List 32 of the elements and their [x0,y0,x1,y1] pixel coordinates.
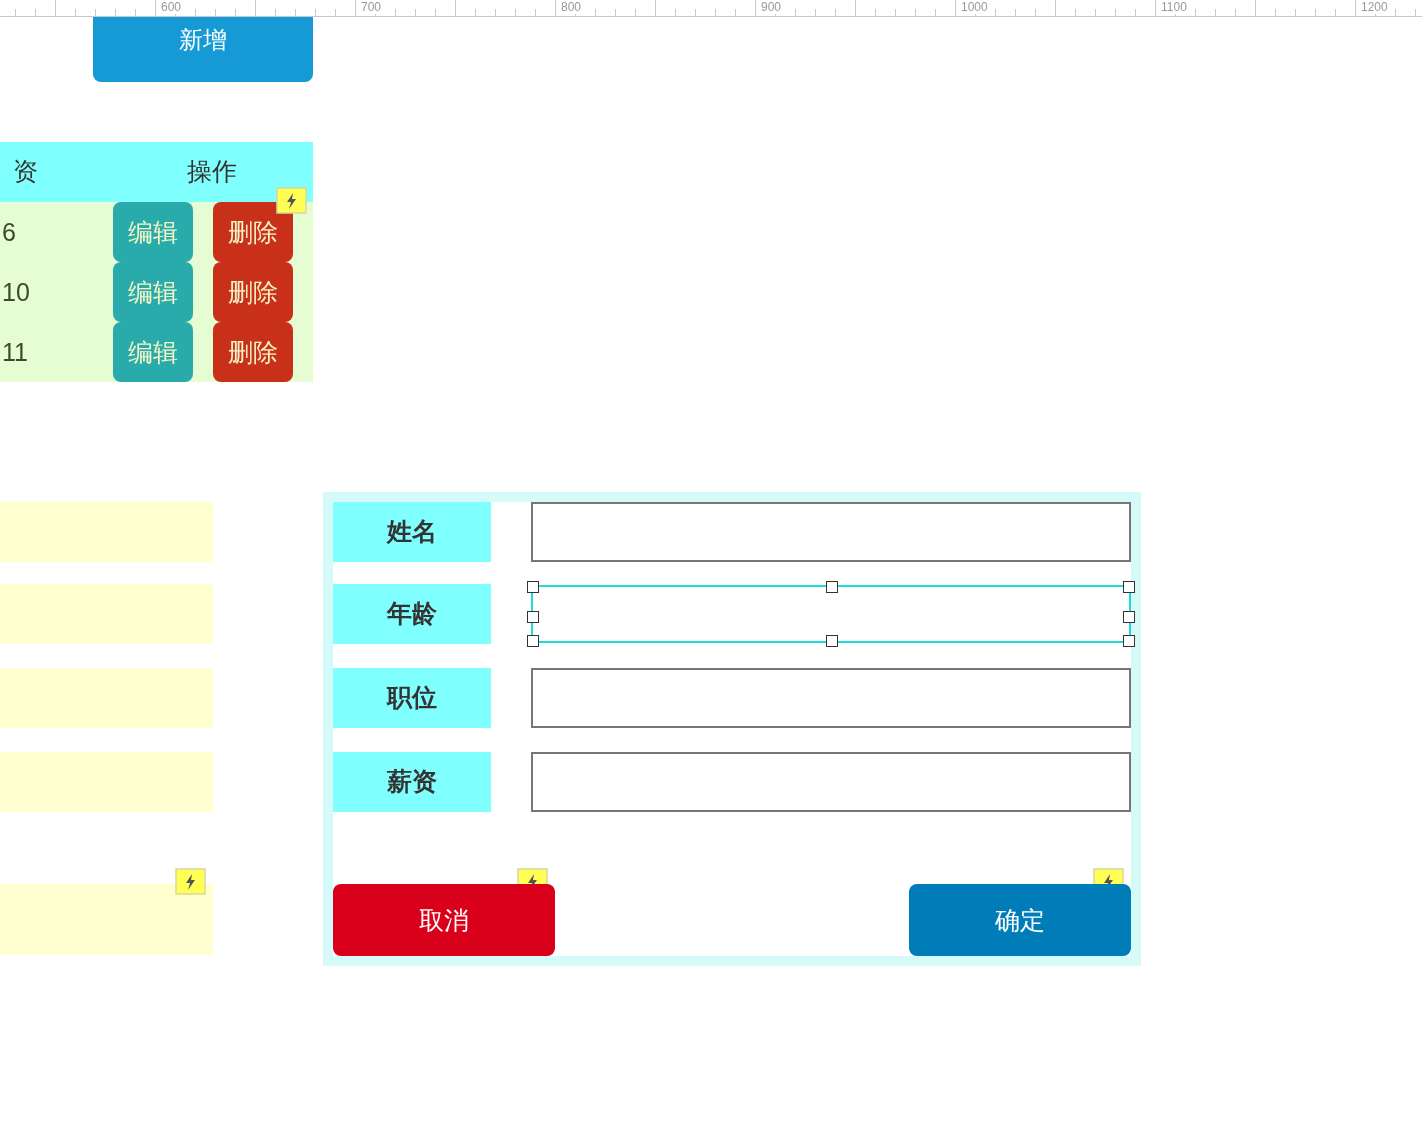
table-cell-text: 10 [2,277,30,308]
cancel-button[interactable]: 取消 [333,884,555,956]
delete-button[interactable]: 删除 [213,202,293,262]
table-cell-text: 11 [2,337,28,368]
field-label: 职位 [333,668,491,728]
input-field[interactable] [531,752,1131,812]
edit-button[interactable]: 编辑 [113,202,193,262]
ruler-label: 900 [760,1,783,14]
ruler-label: 600 [160,1,183,14]
confirm-button[interactable]: 确定 [909,884,1131,956]
field-label: 姓名 [333,502,491,562]
field-label: 年龄 [333,584,491,644]
field-label: 薪资 [333,752,491,812]
input-field[interactable] [531,668,1131,728]
edit-button[interactable]: 编辑 [113,322,193,382]
edit-button[interactable]: 编辑 [113,262,193,322]
delete-button[interactable]: 删除 [213,262,293,322]
add-button[interactable]: 新增 [93,17,313,82]
ruler-label: 1000 [960,1,989,14]
input-field[interactable] [531,502,1131,562]
lightning-icon [276,187,307,214]
ruler-label: 1100 [1160,1,1188,14]
lightning-icon [175,868,206,895]
lightning-icon [1093,868,1124,884]
ruler-label: 800 [560,1,583,14]
ruler-label: 1200 [1360,1,1389,14]
column-header: 资 [13,156,38,188]
lightning-icon [517,868,548,884]
delete-button[interactable]: 删除 [213,322,293,382]
ruler-label: 700 [360,1,383,14]
table-cell-text: 6 [2,217,16,248]
column-header: 操作 [187,156,237,188]
